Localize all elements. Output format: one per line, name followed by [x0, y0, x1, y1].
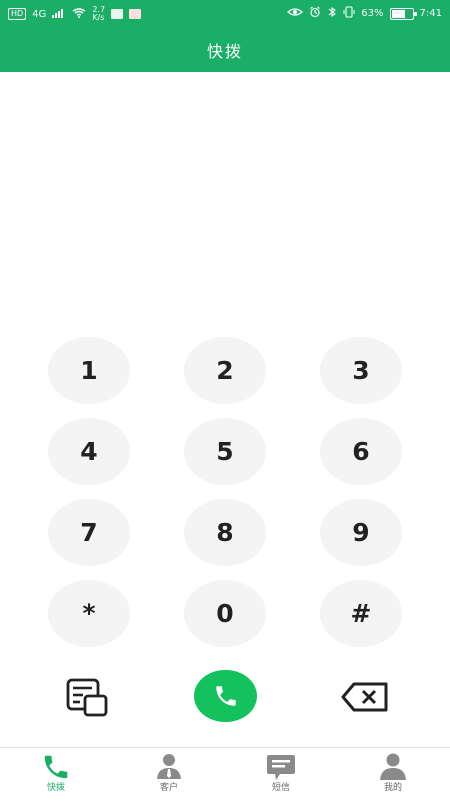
- dial-key-3[interactable]: 3: [320, 337, 402, 404]
- top-header: HD 4G 2.7 K/s 63% 7:41 快拨: [0, 0, 450, 72]
- dial-key-1[interactable]: 1: [48, 337, 130, 404]
- contacts-card-icon: [66, 678, 108, 717]
- vibrate-icon: [343, 6, 355, 21]
- dialpad: 1 2 3 4 5 6 7 8 9 * 0 #: [48, 337, 402, 647]
- status-bar: HD 4G 2.7 K/s 63% 7:41: [0, 0, 450, 26]
- eye-icon: [287, 7, 304, 20]
- battery-percentage: 63%: [361, 8, 384, 19]
- phone-icon: [44, 755, 68, 779]
- nav-label-customers: 客户: [159, 783, 178, 793]
- dial-key-star[interactable]: *: [48, 580, 130, 647]
- dial-key-2[interactable]: 2: [184, 337, 266, 404]
- status-left: HD 4G 2.7 K/s: [8, 6, 142, 22]
- nav-label-quick-dial: 快拨: [46, 783, 65, 793]
- dial-key-7[interactable]: 7: [48, 499, 130, 566]
- sms-icon: [267, 755, 295, 780]
- bluetooth-icon: [327, 6, 337, 21]
- dial-key-9[interactable]: 9: [320, 499, 402, 566]
- call-button[interactable]: [194, 670, 257, 722]
- nav-quick-dial[interactable]: 快拨: [21, 752, 91, 798]
- network-speed-unit: K/s: [92, 13, 105, 22]
- signal-icon: [52, 8, 66, 21]
- profile-icon: [380, 753, 406, 780]
- backspace-icon: [341, 682, 388, 712]
- contacts-card-button[interactable]: [66, 678, 108, 718]
- dial-actions: [0, 670, 450, 726]
- page-title: 快拨: [206, 42, 243, 61]
- nav-label-sms: 短信: [271, 783, 290, 793]
- nav-profile[interactable]: 我的: [358, 752, 428, 798]
- dial-key-hash[interactable]: #: [320, 580, 402, 647]
- notification-icon-2: [129, 9, 142, 19]
- nav-sms[interactable]: 短信: [246, 752, 316, 798]
- status-right: 63% 7:41: [287, 6, 442, 21]
- battery-icon: [389, 7, 417, 20]
- dial-key-8[interactable]: 8: [184, 499, 266, 566]
- hd-badge: HD: [8, 8, 27, 20]
- wifi-icon: [72, 7, 86, 21]
- network-label: 4G: [32, 8, 47, 20]
- dial-key-6[interactable]: 6: [320, 418, 402, 485]
- dial-key-0[interactable]: 0: [184, 580, 266, 647]
- alarm-icon: [309, 6, 321, 21]
- bottom-navigation: 快拨 客户 短信 我的: [0, 747, 450, 801]
- dial-key-4[interactable]: 4: [48, 418, 130, 485]
- phone-call-icon: [215, 686, 236, 706]
- nav-customers[interactable]: 客户: [134, 752, 204, 798]
- backspace-button[interactable]: [341, 682, 389, 712]
- dial-key-5[interactable]: 5: [184, 418, 266, 485]
- battery-fill: [391, 9, 405, 18]
- network-speed: 2.7 K/s: [92, 6, 105, 22]
- notification-icon-1: [111, 9, 124, 19]
- nav-label-profile: 我的: [383, 783, 402, 793]
- customer-icon: [157, 754, 181, 779]
- clock: 7:41: [419, 8, 442, 19]
